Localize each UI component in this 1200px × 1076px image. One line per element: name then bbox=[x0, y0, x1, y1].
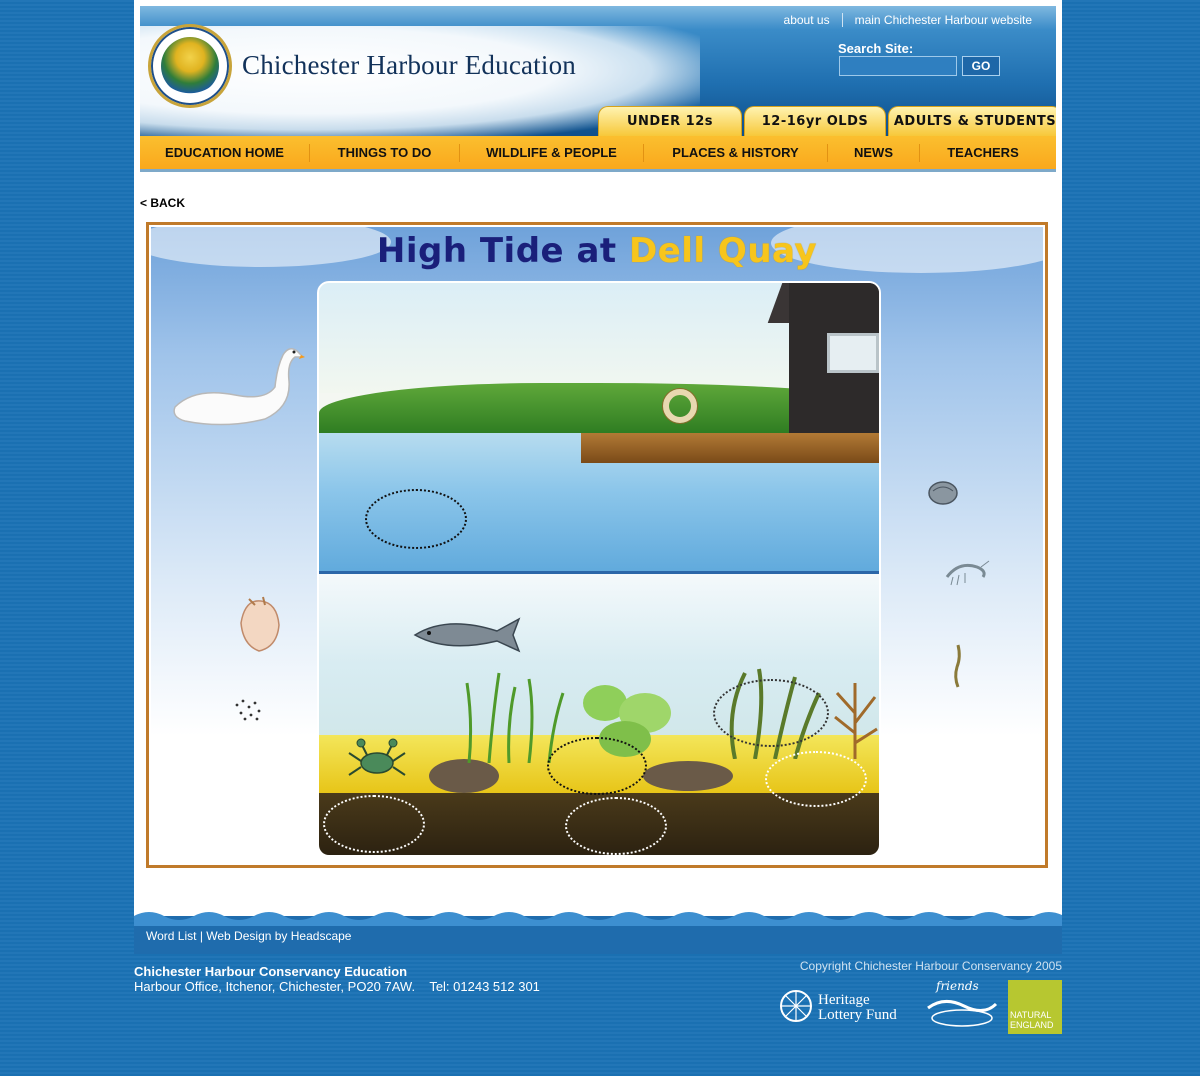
game-title: High Tide at Dell Quay bbox=[151, 231, 1043, 271]
heritage-logo-text-1: Heritage bbox=[818, 992, 870, 1008]
drop-zone-sand[interactable] bbox=[765, 751, 867, 807]
winkle-shell-icon[interactable] bbox=[923, 475, 963, 511]
copyright: Copyright Chichester Harbour Conservancy… bbox=[799, 959, 1062, 973]
org-name: Chichester Harbour Conservancy Education bbox=[134, 964, 408, 979]
game-title-part1: High Tide at bbox=[376, 231, 617, 271]
about-us-link[interactable]: about us bbox=[772, 13, 842, 27]
nav-teachers[interactable]: TEACHERS bbox=[920, 144, 1046, 162]
main-website-link[interactable]: main Chichester Harbour website bbox=[843, 13, 1044, 27]
top-links: about us main Chichester Harbour website bbox=[772, 9, 1044, 31]
org-address: Harbour Office, Itchenor, Chichester, PO… bbox=[134, 979, 416, 994]
rock bbox=[643, 761, 733, 791]
coral-weed-icon bbox=[834, 683, 878, 759]
bass-fish-icon bbox=[413, 617, 521, 653]
nav-education-home[interactable]: EDUCATION HOME bbox=[140, 143, 310, 162]
nav-wildlife-people[interactable]: WILDLIFE & PEOPLE bbox=[460, 143, 644, 162]
hut-window bbox=[827, 333, 879, 373]
green-crab-icon bbox=[348, 738, 406, 776]
main-nav: EDUCATION HOME THINGS TO DO WILDLIFE & P… bbox=[140, 136, 1056, 172]
site-header: about us main Chichester Harbour website… bbox=[140, 6, 1056, 136]
search-input[interactable] bbox=[839, 56, 957, 76]
game-frame: High Tide at Dell Quay bbox=[146, 222, 1048, 868]
heritage-lottery-fund-logo[interactable]: Heritage Lottery Fund bbox=[778, 986, 912, 1026]
swan-icon[interactable] bbox=[165, 337, 305, 433]
natural-england-text-1: NATURAL bbox=[1010, 1010, 1052, 1020]
tiny-seeds-icon[interactable] bbox=[231, 695, 267, 725]
worm-icon[interactable] bbox=[951, 643, 965, 689]
friends-logo[interactable]: friends bbox=[924, 978, 1000, 1034]
age-tabs: UNDER 12s 12-16yr OLDS ADULTS & STUDENTS bbox=[598, 106, 1056, 136]
search-label: Search Site: bbox=[838, 41, 914, 56]
drop-zone-mud-left[interactable] bbox=[323, 795, 425, 853]
rock bbox=[429, 759, 499, 793]
drop-zone-wrack[interactable] bbox=[713, 679, 829, 747]
jetty bbox=[581, 433, 879, 463]
lifebuoy-icon bbox=[663, 389, 697, 423]
heritage-logo-text-2: Lottery Fund bbox=[818, 1007, 897, 1023]
conservancy-logo[interactable] bbox=[148, 24, 232, 108]
back-link[interactable]: < BACK bbox=[140, 196, 185, 210]
word-list-link[interactable]: Word List bbox=[146, 929, 196, 943]
footer-links: Word List | Web Design by Headscape bbox=[146, 929, 351, 943]
drop-zone-mud-center[interactable] bbox=[565, 797, 667, 855]
nav-news[interactable]: NEWS bbox=[828, 143, 920, 162]
drop-zone-seagrass[interactable] bbox=[547, 737, 647, 795]
natural-england-text-2: ENGLAND bbox=[1010, 1020, 1054, 1030]
natural-england-logo[interactable]: NATURAL ENGLAND bbox=[1008, 980, 1062, 1034]
logo-emblem-icon bbox=[161, 37, 219, 95]
shrimp-icon[interactable] bbox=[943, 557, 991, 587]
nav-places-history[interactable]: PLACES & HISTORY bbox=[644, 143, 828, 162]
drop-zone-water[interactable] bbox=[365, 489, 467, 549]
org-tel: Tel: 01243 512 301 bbox=[429, 979, 540, 994]
friends-logo-text: friends bbox=[935, 979, 979, 993]
scallop-icon[interactable] bbox=[235, 593, 283, 657]
game-background: High Tide at Dell Quay bbox=[151, 227, 1043, 863]
search-go-button[interactable]: GO bbox=[962, 56, 1000, 76]
tab-under-12s[interactable]: UNDER 12s bbox=[598, 106, 742, 136]
dell-quay-scene bbox=[317, 281, 881, 857]
site-title[interactable]: Chichester Harbour Education bbox=[242, 50, 576, 81]
game-title-part2: Dell Quay bbox=[629, 231, 818, 271]
footer-org: Chichester Harbour Conservancy Education… bbox=[134, 964, 540, 994]
nav-things-to-do[interactable]: THINGS TO DO bbox=[310, 143, 460, 162]
tab-adults-students[interactable]: ADULTS & STUDENTS bbox=[888, 106, 1056, 136]
headscape-link[interactable]: Web Design by Headscape bbox=[206, 929, 351, 943]
tab-12-16yr-olds[interactable]: 12-16yr OLDS bbox=[744, 106, 886, 136]
footer-wave-decoration bbox=[134, 906, 1062, 926]
page-container: about us main Chichester Harbour website… bbox=[134, 0, 1062, 953]
